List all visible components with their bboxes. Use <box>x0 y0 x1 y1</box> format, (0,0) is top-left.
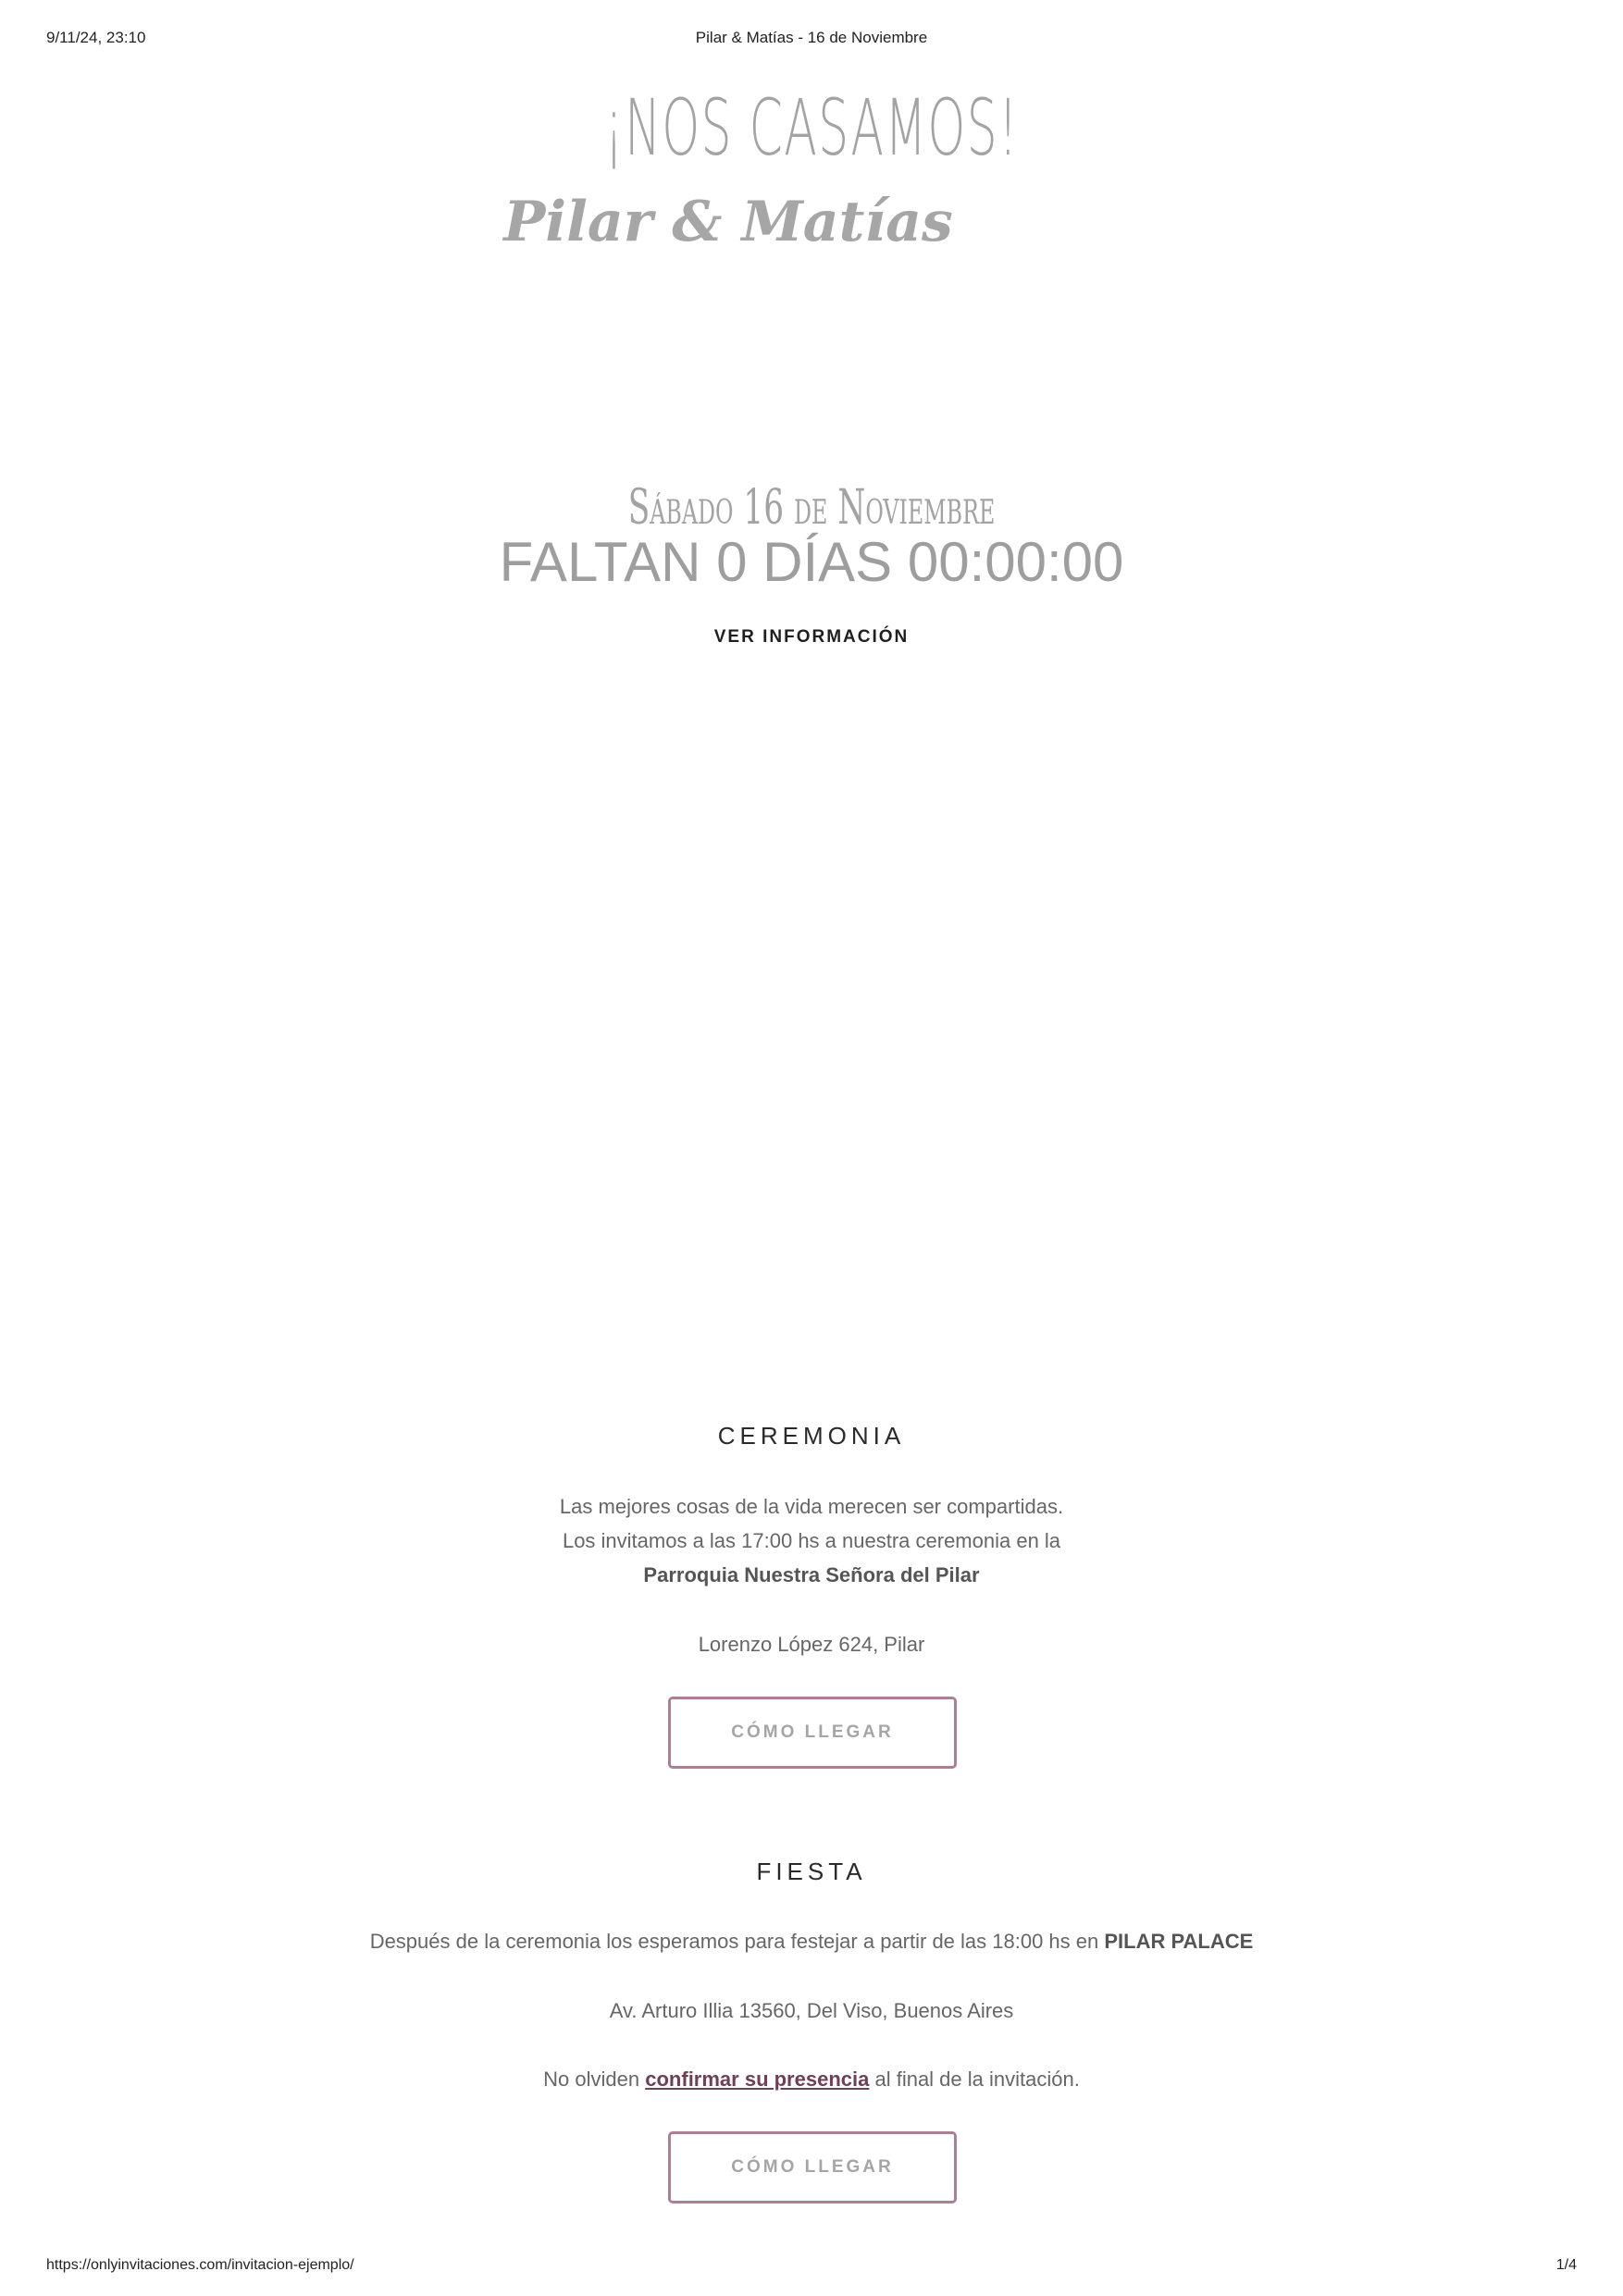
party-venue-name: PILAR PALACE <box>1104 1930 1254 1953</box>
rsvp-link[interactable]: confirmar su presencia <box>645 2068 869 2091</box>
ceremony-venue-name: Parroquia Nuestra Señora del Pilar <box>643 1563 980 1586</box>
party-address: Av. Arturo Illia 13560, Del Viso, Buenos… <box>609 1999 1014 2022</box>
ceremony-text-line-2: Los invitamos a las 17:00 hs a nuestra c… <box>562 1529 1061 1552</box>
rsvp-reminder: No olviden confirmar su presencia al fin… <box>0 2068 1623 2092</box>
print-page-title: Pilar & Matías - 16 de Noviembre <box>695 29 928 46</box>
ceremony-address: Lorenzo López 624, Pilar <box>698 1633 925 1656</box>
ceremony-directions-label: CÓMO LLEGAR <box>731 1722 894 1742</box>
party-directions-button[interactable]: CÓMO LLEGAR <box>668 2131 957 2203</box>
party-text: Después de la ceremonia los esperamos pa… <box>369 1930 1105 1953</box>
view-info-link[interactable]: VER INFORMACIÓN <box>0 627 1623 648</box>
print-url: https://onlyinvitaciones.com/invitacion-… <box>46 2257 354 2273</box>
countdown-timer: FALTAN 0 DÍAS 00:00:00 <box>499 531 1124 593</box>
party-title: FIESTA <box>756 1858 867 1885</box>
print-page-number: 1/4 <box>1555 2257 1577 2273</box>
ceremony-venue: Parroquia Nuestra Señora del Pilar <box>0 1563 1623 1587</box>
ceremony-directions-button[interactable]: CÓMO LLEGAR <box>668 1697 957 1769</box>
party-text-line: Después de la ceremonia los esperamos pa… <box>0 1930 1623 1954</box>
party-directions-label: CÓMO LLEGAR <box>731 2157 894 2177</box>
ceremony-title: CEREMONIA <box>717 1422 906 1450</box>
rsvp-prefix: No olviden <box>543 2068 646 2091</box>
hero-heading: ¡NOS CASAMOS! <box>603 82 1020 173</box>
couple-names: Pilar & Matías <box>503 190 953 254</box>
rsvp-suffix: al final de la invitación. <box>869 2068 1080 2091</box>
ceremony-text-line-1: Las mejores cosas de la vida merecen ser… <box>559 1495 1064 1518</box>
event-date: Sábado 16 de Noviembre <box>627 480 996 536</box>
